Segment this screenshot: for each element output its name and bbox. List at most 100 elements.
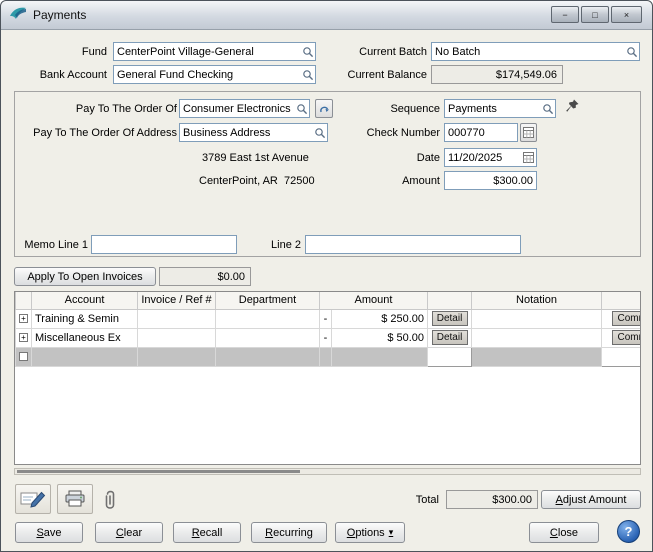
- amount-cell[interactable]: [332, 347, 428, 366]
- memo-line1-input[interactable]: [92, 239, 236, 251]
- scrollbar-thumb[interactable]: [17, 470, 300, 473]
- pay-to-address-lookup-icon[interactable]: [312, 124, 327, 141]
- amount-cell[interactable]: $ 250.00: [332, 309, 428, 328]
- invoice-cell[interactable]: [138, 347, 216, 366]
- memo-line2-input[interactable]: [306, 239, 520, 251]
- bank-account-input[interactable]: [114, 69, 300, 81]
- notation-cell[interactable]: [472, 309, 602, 328]
- comment-edit-cell[interactable]: [602, 347, 641, 366]
- current-batch-lookup-icon[interactable]: [624, 43, 639, 60]
- notation-column-header[interactable]: Notation: [472, 292, 602, 309]
- grid-horizontal-scrollbar[interactable]: [14, 468, 641, 475]
- grid-row-2[interactable]: + Miscellaneous Ex - $ 50.00 Detail Comm…: [16, 328, 642, 347]
- pay-to-input[interactable]: [180, 103, 294, 115]
- sequence-label: Sequence: [355, 103, 440, 115]
- minimize-button[interactable]: −: [551, 6, 579, 23]
- notation-cell[interactable]: [472, 347, 602, 366]
- print-button[interactable]: [57, 484, 93, 514]
- detail-button[interactable]: Detail: [432, 311, 468, 326]
- bank-account-label: Bank Account: [11, 69, 107, 81]
- print-check-button[interactable]: [15, 484, 51, 514]
- amount-field[interactable]: [444, 171, 537, 190]
- current-batch-label: Current Batch: [331, 46, 427, 58]
- payments-window: Payments − □ × Fund Current Batch Bank A…: [0, 0, 653, 552]
- fund-field[interactable]: [113, 42, 316, 61]
- current-batch-input[interactable]: [432, 46, 624, 58]
- detail-column-header: [428, 292, 472, 309]
- adjust-amount-button[interactable]: Adjust Amount: [541, 490, 641, 509]
- titlebar[interactable]: Payments − □ ×: [1, 1, 652, 30]
- department-cell[interactable]: [216, 328, 320, 347]
- close-window-button[interactable]: ×: [611, 6, 642, 23]
- amount-column-header[interactable]: Amount: [320, 292, 428, 309]
- sequence-input[interactable]: [445, 103, 540, 115]
- total-label: Total: [391, 494, 439, 506]
- line-items-grid[interactable]: Account Invoice / Ref # Department Amoun…: [14, 291, 641, 465]
- notation-cell[interactable]: [472, 328, 602, 347]
- fund-lookup-icon[interactable]: [300, 43, 315, 60]
- account-column-header[interactable]: Account: [32, 292, 138, 309]
- bank-account-field[interactable]: [113, 65, 316, 84]
- account-cell[interactable]: Training & Semin: [32, 309, 138, 328]
- comment-button[interactable]: Comment: [612, 330, 641, 345]
- fund-label: Fund: [11, 46, 107, 58]
- department-cell[interactable]: [216, 309, 320, 328]
- comment-column-header: [602, 292, 641, 309]
- recall-button[interactable]: Recall: [173, 522, 241, 543]
- help-button[interactable]: ?: [617, 520, 640, 543]
- memo-line2-field[interactable]: [305, 235, 521, 254]
- apply-open-invoices-button[interactable]: Apply To Open Invoices: [14, 267, 156, 286]
- options-button[interactable]: Options ▾: [335, 522, 405, 543]
- date-field[interactable]: [444, 148, 537, 167]
- department-cell[interactable]: [216, 347, 320, 366]
- close-button[interactable]: Close: [529, 522, 599, 543]
- pay-to-lookup-icon[interactable]: [294, 100, 309, 117]
- account-cell[interactable]: [32, 347, 138, 366]
- check-number-field[interactable]: [444, 123, 518, 142]
- check-number-label: Check Number: [355, 127, 440, 139]
- fund-input[interactable]: [114, 46, 300, 58]
- paperclip-icon: [103, 488, 118, 512]
- current-batch-field[interactable]: [431, 42, 640, 61]
- pay-to-field[interactable]: [179, 99, 310, 118]
- invoice-cell[interactable]: [138, 328, 216, 347]
- apply-amount-value: $0.00: [159, 267, 251, 286]
- detail-button[interactable]: Detail: [432, 330, 468, 345]
- recurring-button[interactable]: Recurring: [251, 522, 327, 543]
- clear-button[interactable]: Clear: [95, 522, 163, 543]
- total-value: $300.00: [446, 490, 538, 509]
- repeat-payee-button[interactable]: [315, 99, 333, 118]
- app-icon: [9, 6, 27, 25]
- account-cell[interactable]: Miscellaneous Ex: [32, 328, 138, 347]
- grid-row-1[interactable]: + Training & Semin - $ 250.00 Detail Com…: [16, 309, 642, 328]
- check-number-input[interactable]: [445, 127, 517, 139]
- payee-address-line2: CenterPoint, AR 72500: [199, 175, 315, 187]
- comment-button[interactable]: Comment: [612, 311, 641, 326]
- invoice-column-header[interactable]: Invoice / Ref #: [138, 292, 216, 309]
- amount-input[interactable]: [445, 175, 536, 187]
- invoice-cell[interactable]: [138, 309, 216, 328]
- save-button[interactable]: Save: [15, 522, 83, 543]
- amount-cell[interactable]: $ 50.00: [332, 328, 428, 347]
- date-input[interactable]: [445, 152, 521, 164]
- check-number-sequence-button[interactable]: [520, 123, 537, 142]
- expand-row-icon[interactable]: +: [19, 333, 28, 342]
- current-balance-value: $174,549.06: [431, 65, 563, 84]
- grid-new-row[interactable]: [16, 347, 642, 366]
- pay-to-address-field[interactable]: [179, 123, 328, 142]
- calendar-icon[interactable]: [521, 149, 536, 166]
- attachment-button[interactable]: [97, 486, 123, 513]
- bank-account-lookup-icon[interactable]: [300, 66, 315, 83]
- maximize-button[interactable]: □: [581, 6, 609, 23]
- pay-to-address-input[interactable]: [180, 127, 312, 139]
- expand-row-icon[interactable]: [19, 352, 28, 361]
- detail-edit-cell[interactable]: [428, 347, 472, 366]
- sequence-field[interactable]: [444, 99, 556, 118]
- memo-line1-field[interactable]: [91, 235, 237, 254]
- expand-row-icon[interactable]: +: [19, 314, 28, 323]
- sign-cell: [320, 347, 332, 366]
- department-column-header[interactable]: Department: [216, 292, 320, 309]
- pin-icon[interactable]: [563, 97, 581, 115]
- sequence-lookup-icon[interactable]: [540, 100, 555, 117]
- current-balance-label: Current Balance: [331, 69, 427, 81]
